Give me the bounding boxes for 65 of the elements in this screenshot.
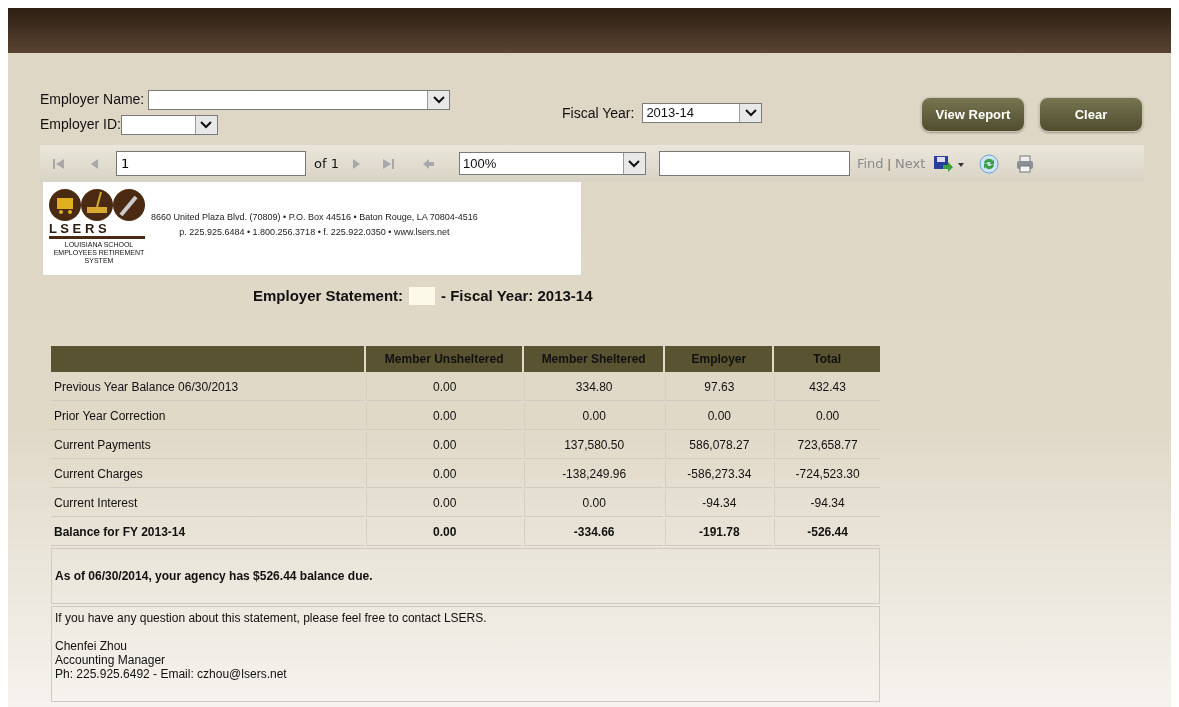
contact-details: Ph: 225.925.6492 - Email: czhou@lsers.net [55,666,288,681]
fiscal-year-title: - Fiscal Year: 2013-14 [441,286,593,306]
row-label: Prior Year Correction [51,402,365,430]
amount-cell: -191.78 [665,518,773,546]
address-line: 8660 United Plaza Blvd. (70809) • P.O. Box 44516 • Baton Rouge, LA 70804-4516 [151,211,478,224]
amount-cell: -724,523.30 [774,460,880,488]
amount-cell: 0.00 [523,489,664,517]
clear-button[interactable]: Clear [1039,97,1143,132]
chevron-down-icon[interactable] [200,120,213,129]
view-report-button[interactable]: View Report [921,97,1025,132]
column-header: Total [774,345,880,372]
statement-title: Employer Statement: [253,286,404,306]
separator: | [887,154,891,173]
print-icon[interactable] [1015,153,1036,174]
amount-cell: -334.66 [523,518,664,546]
logo-text: L S E R S [49,222,145,239]
row-label: Current Interest [51,489,365,517]
amount-cell: -94.34 [665,489,773,517]
contact-name: Chenfei Zhou [55,638,129,653]
page-number-field[interactable]: 1 [116,151,306,176]
row-label: Current Payments [51,431,365,459]
amount-cell: 97.63 [665,373,773,401]
contact-line: p. 225.925.6484 • 1.800.256.3718 • f. 225.922.0350 • www.lsers.net [178,226,451,239]
row-label: Current Charges [51,460,365,488]
amount-cell: 723,658.77 [774,431,880,459]
amount-cell: 0.00 [366,518,522,546]
amount-cell: 334.80 [523,373,664,401]
employer-id-dropdown[interactable] [120,114,218,135]
chevron-down-icon[interactable] [744,109,757,117]
amount-cell: 137,580.50 [523,431,664,459]
amount-cell: 0.00 [774,402,880,430]
fiscal-year-label: Fiscal Year: [562,103,635,123]
find-field[interactable] [658,151,850,176]
row-label: Previous Year Balance 06/30/2013 [51,373,365,401]
employer-id-label: Employer ID: [40,115,121,134]
contact-title: Accounting Manager [55,652,167,667]
amount-cell: -138,249.96 [523,460,664,488]
employer-name-field [409,287,436,306]
zoom-dropdown[interactable]: 100% [458,152,646,175]
amount-cell: -526.44 [774,518,880,546]
amount-cell: 0.00 [523,402,664,430]
contact-instruction: If you have any question about this statement, please feel free to contact LSERS. [55,610,488,625]
amount-cell: 0.00 [366,402,522,430]
amount-cell: -586,273.34 [665,460,773,488]
column-header: Member Unsheltered [366,345,522,372]
amount-cell: -94.34 [774,489,880,517]
row-label: Balance for FY 2013-14 [51,518,365,546]
balance-due-note: As of 06/30/2014, your agency has $526.44 balance due. [51,547,880,604]
employer-name-dropdown[interactable] [148,89,451,110]
employer-name-label: Employer Name: [40,90,145,109]
amount-cell: 0.00 [665,402,773,430]
fiscal-year-dropdown[interactable]: 2013-14 [642,103,763,123]
amount-cell: 0.00 [366,460,522,488]
refresh-icon[interactable] [979,153,1000,174]
column-header: Member Sheltered [523,345,664,372]
chevron-down-icon[interactable] [432,95,445,104]
column-header: Employer [665,345,773,372]
page-count: of 1 [314,154,339,173]
amount-cell: 586,078.27 [665,431,773,459]
amount-cell: 0.00 [366,373,522,401]
amount-cell: 0.00 [366,489,522,517]
amount-cell: 432.43 [774,373,880,401]
amount-cell: 0.00 [366,431,522,459]
chevron-down-icon[interactable] [628,159,641,168]
export-save-icon[interactable] [933,154,966,173]
